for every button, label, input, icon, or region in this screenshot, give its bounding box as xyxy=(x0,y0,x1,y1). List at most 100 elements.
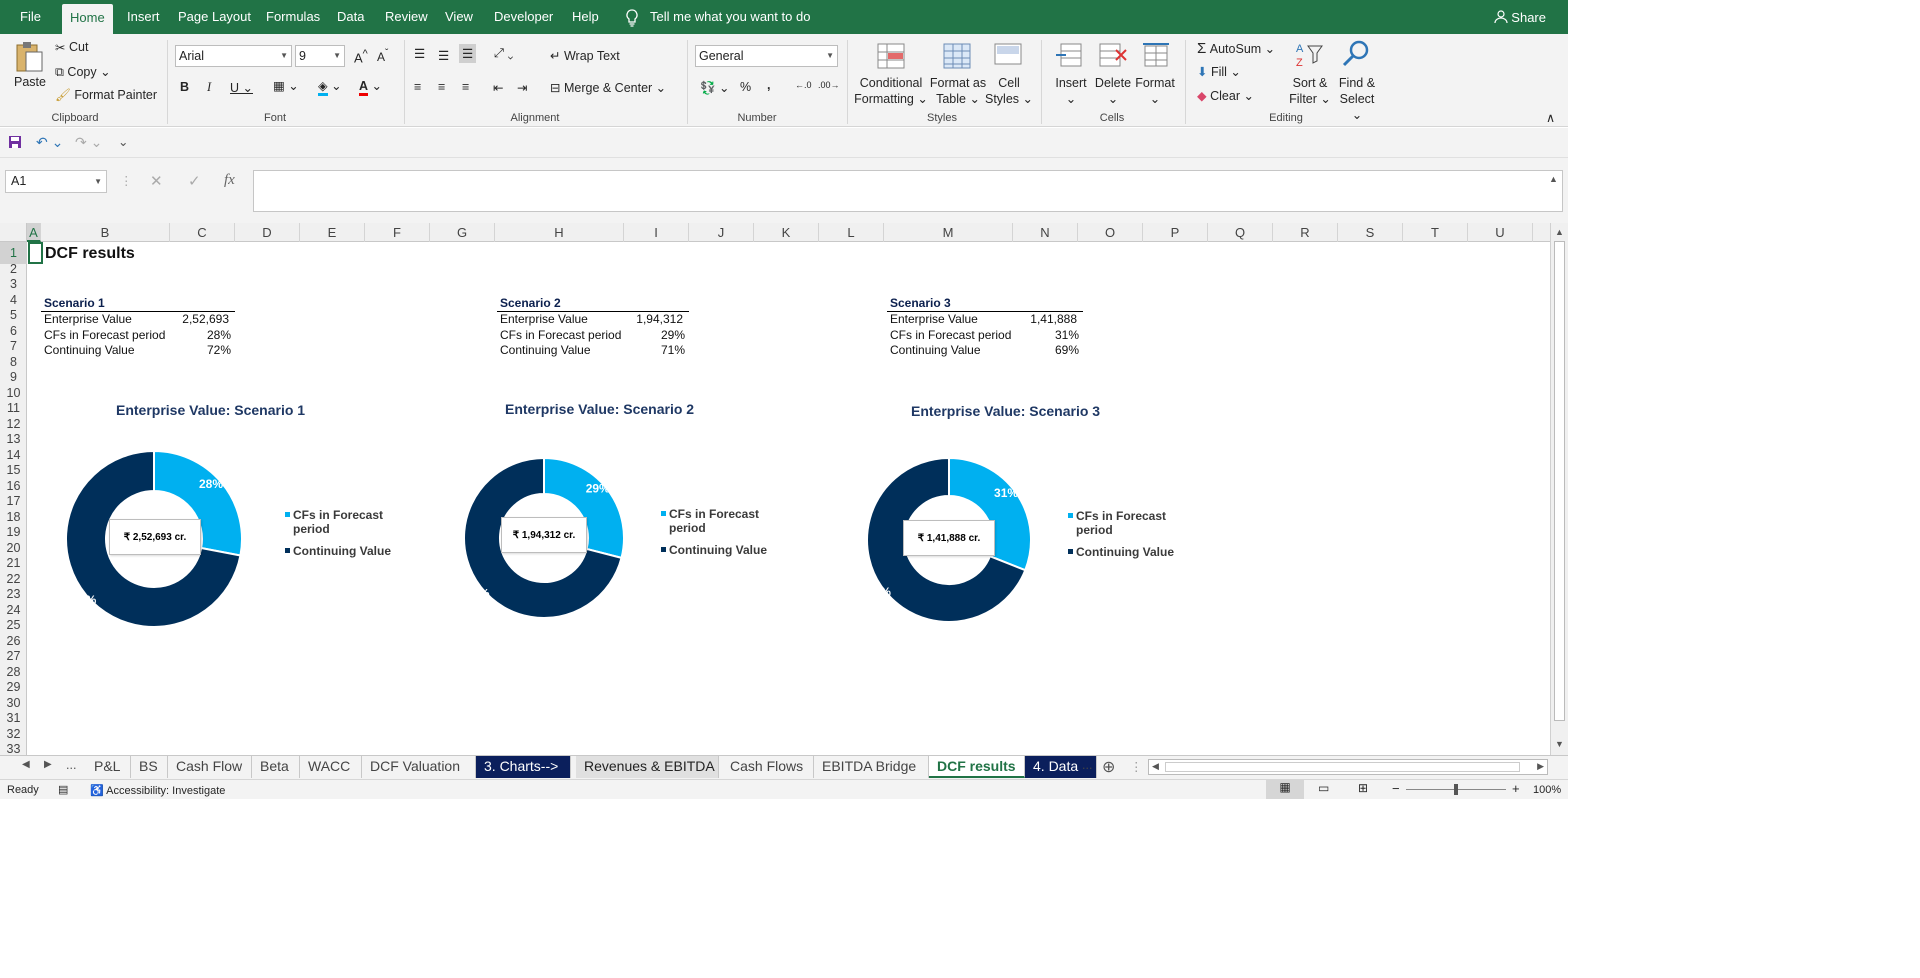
row-header[interactable]: 20 xyxy=(0,541,27,557)
align-center-icon[interactable]: ≡ xyxy=(438,80,445,94)
column-header[interactable]: T xyxy=(1403,223,1468,242)
conditional-formatting-button[interactable]: Conditional Formatting ⌄ xyxy=(853,75,929,107)
font-size-combo[interactable]: 9 ▼ xyxy=(295,45,345,67)
menu-data[interactable]: Data xyxy=(337,0,364,34)
column-header[interactable]: E xyxy=(300,223,365,242)
row-header[interactable]: 17 xyxy=(0,494,27,510)
accessibility-button[interactable]: ♿ Accessibility: Investigate xyxy=(90,784,225,797)
column-header[interactable]: H xyxy=(495,223,624,242)
menu-page-layout[interactable]: Page Layout xyxy=(178,0,251,34)
row-header[interactable]: 24 xyxy=(0,603,27,619)
align-left-icon[interactable]: ≡ xyxy=(414,80,421,94)
copy-button[interactable]: ⧉ Copy ⌄ xyxy=(55,64,111,80)
fill-button[interactable]: ⬇ Fill ⌄ xyxy=(1197,64,1241,79)
tab-scroll-left-icon[interactable]: ◀ xyxy=(22,759,30,770)
column-header[interactable]: G xyxy=(430,223,495,242)
align-right-icon[interactable]: ≡ xyxy=(462,80,469,94)
menu-formulas[interactable]: Formulas xyxy=(266,0,320,34)
italic-button[interactable]: I xyxy=(207,80,211,95)
column-header[interactable]: S xyxy=(1338,223,1403,242)
column-header[interactable]: M xyxy=(884,223,1013,242)
paste-button[interactable] xyxy=(12,40,48,77)
comma-button[interactable]: , xyxy=(767,78,770,92)
row-header[interactable]: 23 xyxy=(0,587,27,603)
sheet-tab[interactable]: Cash Flow xyxy=(168,756,252,778)
increase-decimal-button[interactable]: ←.0 xyxy=(795,80,812,90)
sheet-tab[interactable]: Revenues & EBITDA xyxy=(576,756,719,778)
more-tabs-right[interactable]: ... xyxy=(1082,758,1092,772)
align-top-icon[interactable]: ☰ xyxy=(414,46,425,61)
row-header[interactable]: 29 xyxy=(0,680,27,696)
column-header[interactable]: U xyxy=(1468,223,1533,242)
row-header[interactable]: 32 xyxy=(0,727,27,743)
autosum-button[interactable]: Σ AutoSum ⌄ xyxy=(1197,40,1275,57)
column-header[interactable]: J xyxy=(689,223,754,242)
column-header[interactable]: R xyxy=(1273,223,1338,242)
currency-button[interactable]: 💱 ⌄ xyxy=(700,80,730,96)
wrap-text-button[interactable]: ↵ Wrap Text xyxy=(550,48,620,63)
cell-styles-button[interactable]: Cell Styles ⌄ xyxy=(985,75,1033,107)
decrease-decimal-button[interactable]: .00→ xyxy=(818,80,840,90)
sheet-tab[interactable]: EBITDA Bridge xyxy=(814,756,929,778)
row-header[interactable]: 6 xyxy=(0,324,27,340)
menu-insert[interactable]: Insert xyxy=(127,0,160,34)
macro-record-icon[interactable]: ▤ xyxy=(58,783,68,796)
row-header[interactable]: 30 xyxy=(0,696,27,712)
bold-button[interactable]: B xyxy=(180,80,189,94)
column-header[interactable]: Q xyxy=(1208,223,1273,242)
align-middle-icon[interactable]: ☰ xyxy=(438,48,449,63)
row-header[interactable]: 28 xyxy=(0,665,27,681)
column-header[interactable]: B xyxy=(41,223,170,242)
delete-cells-button[interactable]: Delete ⌄ xyxy=(1091,75,1135,107)
column-header[interactable]: K xyxy=(754,223,819,242)
row-header[interactable]: 5 xyxy=(0,308,27,324)
fill-color-button[interactable]: ◈ ⌄ xyxy=(318,78,342,96)
formula-input[interactable] xyxy=(253,170,1563,212)
scroll-left-icon[interactable]: ◀ xyxy=(1152,761,1159,772)
scrollbar-thumb[interactable] xyxy=(1554,241,1565,721)
format-as-table-button[interactable]: Format as Table ⌄ xyxy=(926,75,990,107)
row-header[interactable]: 25 xyxy=(0,618,27,634)
menu-review[interactable]: Review xyxy=(385,0,428,34)
sheet-tab[interactable]: 3. Charts--> xyxy=(476,756,571,778)
page-layout-view-icon[interactable]: ▭ xyxy=(1318,781,1329,795)
select-all-corner[interactable] xyxy=(0,223,27,242)
column-header[interactable]: D xyxy=(235,223,300,242)
sheet-tab[interactable]: P&L xyxy=(86,756,131,778)
scroll-up-icon[interactable]: ▲ xyxy=(1555,227,1564,237)
insert-cells-button[interactable]: Insert ⌄ xyxy=(1049,75,1093,107)
row-header[interactable]: 21 xyxy=(0,556,27,572)
row-header[interactable]: 33 xyxy=(0,742,27,755)
grow-font-button[interactable]: A^ xyxy=(354,48,368,65)
row-header[interactable]: 16 xyxy=(0,479,27,495)
zoom-slider-thumb[interactable] xyxy=(1454,784,1458,795)
row-header[interactable]: 8 xyxy=(0,355,27,371)
expand-formula-icon[interactable]: ▲ xyxy=(1549,174,1558,184)
column-header[interactable]: I xyxy=(624,223,689,242)
normal-view-icon[interactable]: ▦ xyxy=(1266,780,1304,799)
horizontal-scrollbar[interactable]: ◀ ▶ xyxy=(1148,759,1548,775)
cancel-icon[interactable]: ✕ xyxy=(150,172,163,190)
increase-indent-icon[interactable]: ⇥ xyxy=(517,80,527,95)
sheet-tab[interactable]: WACC xyxy=(300,756,362,778)
selected-cell[interactable] xyxy=(28,242,43,264)
row-header[interactable]: 3 xyxy=(0,277,27,293)
new-sheet-icon[interactable]: ⊕ xyxy=(1102,757,1115,777)
find-select-button[interactable]: Find & Select ⌄ xyxy=(1334,75,1380,123)
orientation-button[interactable]: ⤢ ⌄ xyxy=(494,46,513,61)
row-header[interactable]: 4 xyxy=(0,293,27,309)
sheet-tab[interactable]: DCF results xyxy=(929,756,1025,778)
scroll-down-icon[interactable]: ▼ xyxy=(1555,739,1564,749)
row-header[interactable]: 12 xyxy=(0,417,27,433)
undo-icon[interactable]: ↶ ⌄ xyxy=(36,134,63,151)
share-button[interactable]: Share xyxy=(1494,0,1546,34)
row-header[interactable]: 14 xyxy=(0,448,27,464)
zoom-level[interactable]: 100% xyxy=(1533,784,1561,796)
redo-icon[interactable]: ↷ ⌄ xyxy=(75,134,102,151)
page-break-view-icon[interactable]: ⊞ xyxy=(1358,781,1368,795)
row-header[interactable]: 31 xyxy=(0,711,27,727)
row-header[interactable]: 11 xyxy=(0,401,27,417)
hscroll-thumb[interactable] xyxy=(1165,762,1520,772)
font-color-button[interactable]: A ⌄ xyxy=(359,78,382,96)
name-box[interactable]: A1 ▼ xyxy=(5,170,107,193)
